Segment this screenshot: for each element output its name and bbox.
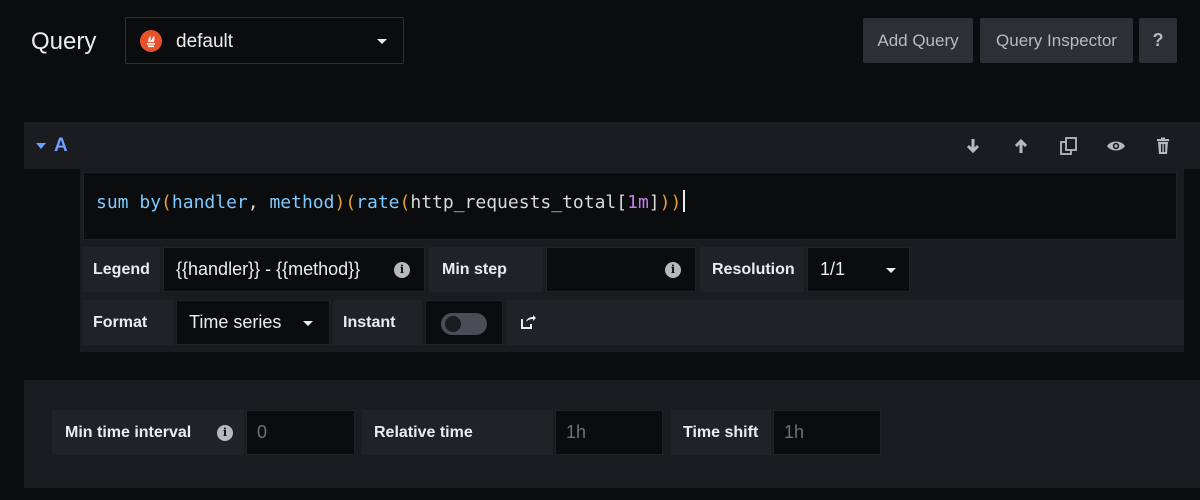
code-token: http_requests_total: [410, 192, 617, 213]
code-token: ): [659, 192, 671, 213]
format-label: Format: [83, 300, 173, 345]
collapse-caret-icon[interactable]: [36, 143, 46, 149]
query-ref-id: A: [54, 135, 68, 156]
info-icon[interactable]: i: [217, 425, 233, 441]
min-time-interval-input[interactable]: 0: [246, 410, 355, 455]
chevron-down-icon: [886, 268, 896, 273]
duplicate-icon[interactable]: [1058, 135, 1080, 157]
move-up-icon[interactable]: [1010, 135, 1032, 157]
min-time-interval-placeholder: 0: [257, 422, 268, 442]
format-value: Time series: [189, 312, 282, 332]
relative-time-placeholder: 1h: [566, 422, 587, 442]
legend-value: {{handler}} - {{method}}: [176, 259, 361, 279]
resolution-select[interactable]: 1/1: [807, 247, 910, 292]
eye-icon[interactable]: [1105, 135, 1127, 157]
datasource-name: default: [176, 31, 234, 52]
query-inspector-button[interactable]: Query Inspector: [980, 18, 1133, 63]
code-token: ): [670, 192, 682, 213]
query-row-header[interactable]: A: [24, 122, 1200, 169]
min-step-label: Min step: [429, 247, 543, 292]
min-time-interval-label: Min time interval i: [52, 410, 244, 455]
prometheus-icon: [140, 30, 162, 52]
help-button[interactable]: ?: [1139, 18, 1177, 63]
chevron-down-icon: [303, 321, 313, 326]
promql-expression: sum by(handler, method)(rate(http_reques…: [96, 190, 686, 213]
info-icon[interactable]: i: [665, 262, 681, 278]
external-link-icon[interactable]: [519, 313, 537, 331]
time-shift-label: Time shift: [671, 410, 771, 455]
move-down-icon[interactable]: [962, 135, 984, 157]
format-select[interactable]: Time series: [176, 300, 330, 345]
chevron-down-icon: [377, 39, 387, 44]
code-token: (: [345, 192, 357, 213]
instant-toggle[interactable]: [441, 313, 487, 335]
relative-time-input[interactable]: 1h: [555, 410, 663, 455]
info-icon[interactable]: i: [394, 262, 410, 278]
code-token: (: [399, 192, 411, 213]
code-token: sum: [96, 192, 129, 213]
trash-icon[interactable]: [1152, 135, 1174, 157]
code-token: ): [334, 192, 346, 213]
resolution-label: Resolution: [700, 247, 804, 292]
code-token: rate: [356, 192, 400, 213]
text-cursor: [683, 190, 686, 212]
code-token: 1m: [627, 192, 649, 213]
promql-editor[interactable]: sum by(handler, method)(rate(http_reques…: [83, 172, 1177, 240]
code-token: handler: [171, 192, 248, 213]
toggle-knob: [445, 316, 461, 332]
page-title: Query: [31, 28, 97, 55]
code-token: by: [139, 192, 162, 213]
code-token: (: [161, 192, 172, 213]
row-filler: [507, 300, 1184, 345]
code-token: method: [269, 192, 335, 213]
add-query-button[interactable]: Add Query: [863, 18, 973, 63]
datasource-select[interactable]: default: [125, 17, 404, 64]
min-time-interval-text: Min time interval: [65, 424, 192, 441]
relative-time-label: Relative time: [362, 410, 553, 455]
time-shift-placeholder: 1h: [784, 422, 805, 442]
min-step-input[interactable]: i: [546, 247, 696, 292]
time-shift-input[interactable]: 1h: [773, 410, 881, 455]
legend-label: Legend: [83, 247, 160, 292]
code-token: [: [616, 192, 628, 213]
code-token: ]: [648, 192, 660, 213]
resolution-value: 1/1: [820, 259, 846, 279]
code-token: ,: [247, 192, 270, 213]
instant-label: Instant: [333, 300, 422, 345]
legend-input[interactable]: {{handler}} - {{method}} i: [163, 247, 425, 292]
